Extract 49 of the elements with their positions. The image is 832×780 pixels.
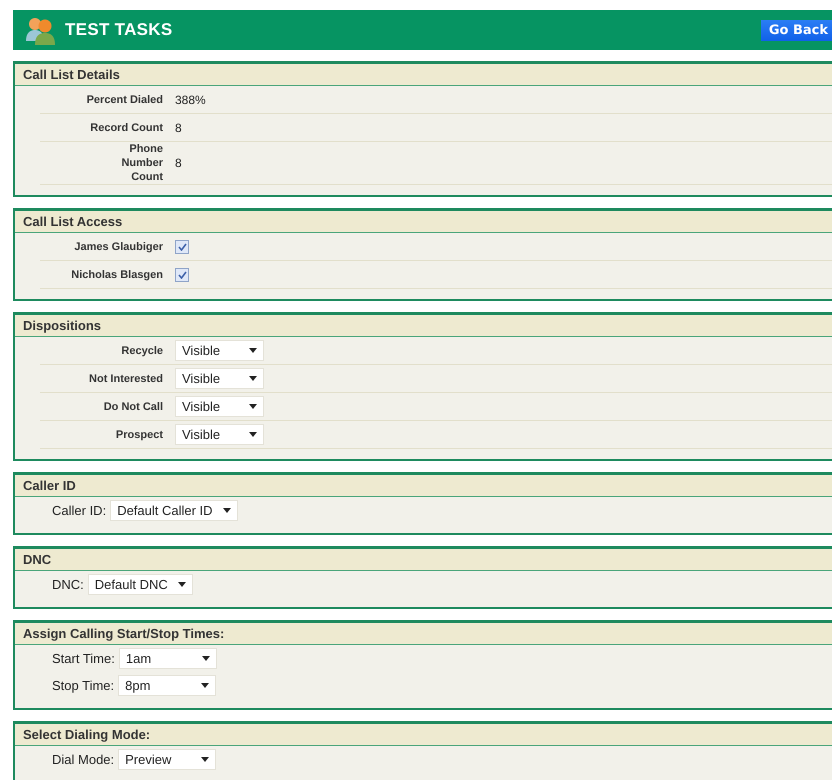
field-value: 8 bbox=[175, 156, 182, 170]
dropdown[interactable]: Default DNC bbox=[88, 574, 193, 595]
field-label: Stop Time: bbox=[51, 678, 116, 693]
dropdown[interactable]: Default Caller ID bbox=[110, 500, 238, 521]
caret-icon bbox=[249, 432, 257, 437]
dropdown[interactable]: Visible bbox=[175, 424, 264, 445]
field-label: Record Count bbox=[89, 120, 164, 134]
go-back-button[interactable]: Go Back bbox=[760, 20, 832, 40]
disposition-label: Do Not Call bbox=[102, 400, 164, 414]
checkbox[interactable] bbox=[175, 268, 189, 282]
section-header: Caller ID bbox=[15, 475, 832, 497]
field-label: Phone Number Count bbox=[120, 142, 164, 184]
caret-icon bbox=[201, 757, 210, 762]
checkmark-icon bbox=[178, 270, 186, 278]
section-header: Dispositions bbox=[15, 315, 832, 337]
field-value: 8 bbox=[175, 120, 182, 134]
field-label: Caller ID: bbox=[51, 503, 108, 518]
checkmark-icon bbox=[178, 242, 186, 250]
dropdown[interactable]: Preview bbox=[118, 749, 216, 770]
section-header: Call List Access bbox=[15, 211, 832, 233]
dropdown[interactable]: Visible bbox=[175, 396, 264, 417]
people-icon bbox=[25, 15, 57, 45]
disposition-label: Prospect bbox=[114, 428, 164, 442]
disposition-label: Not Interested bbox=[88, 372, 164, 386]
section-header: DNC bbox=[15, 549, 832, 571]
field-value: 388% bbox=[175, 92, 206, 106]
field-label: Start Time: bbox=[51, 651, 116, 666]
caret-icon bbox=[249, 348, 257, 353]
field-label: DNC: bbox=[51, 577, 85, 592]
field-label: Dial Mode: bbox=[51, 752, 116, 767]
caret-icon bbox=[201, 683, 210, 688]
checkbox[interactable] bbox=[175, 240, 189, 254]
user-name: Nicholas Blasgen bbox=[70, 268, 164, 282]
dropdown[interactable]: 8pm bbox=[118, 675, 216, 696]
dropdown[interactable]: Visible bbox=[175, 340, 264, 361]
user-name: James Glaubiger bbox=[73, 240, 164, 254]
section-header: Assign Calling Start/Stop Times: bbox=[15, 623, 832, 645]
caret-icon bbox=[249, 404, 257, 409]
disposition-label: Recycle bbox=[120, 344, 164, 358]
dropdown[interactable]: 1am bbox=[118, 648, 217, 669]
section-header: Call List Details bbox=[15, 64, 832, 86]
section-header: Select Dialing Mode: bbox=[15, 724, 832, 746]
caret-icon bbox=[249, 376, 257, 381]
field-label: Percent Dialed bbox=[86, 92, 164, 106]
caret-icon bbox=[222, 508, 231, 513]
caret-icon bbox=[202, 656, 210, 661]
dropdown[interactable]: Visible bbox=[175, 368, 264, 389]
caret-icon bbox=[178, 582, 186, 587]
page-title: TEST TASKS bbox=[65, 20, 174, 40]
